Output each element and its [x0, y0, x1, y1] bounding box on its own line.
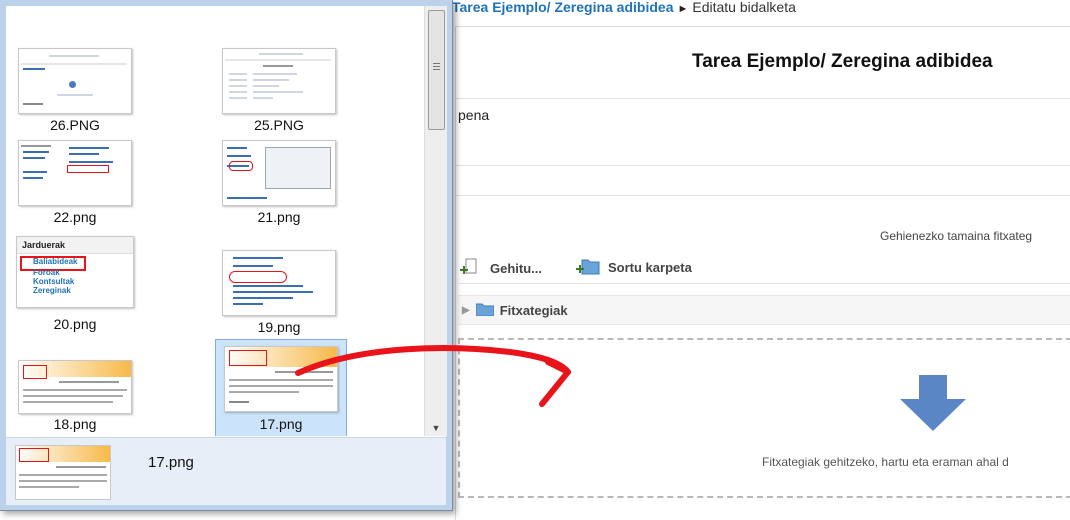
- divider: [456, 98, 1070, 99]
- scrollbar-thumb[interactable]: [428, 10, 445, 130]
- thumb-item: Kontsultak: [33, 277, 75, 286]
- field-label: pena: [458, 107, 490, 123]
- file-item-25[interactable]: 25.PNG: [213, 44, 345, 141]
- thumbnail: [18, 140, 132, 206]
- add-file-icon: [460, 257, 482, 280]
- file-name: 17.png: [259, 416, 303, 432]
- divider: [456, 165, 1070, 166]
- add-file-button[interactable]: Gehitu...: [460, 257, 542, 280]
- thumb-item: Zereginak: [33, 286, 71, 295]
- filepicker-path-bar[interactable]: ▶ Fitxategiak: [458, 295, 1070, 325]
- file-name: 22.png: [53, 209, 97, 225]
- create-folder-label: Sortu karpeta: [608, 260, 692, 275]
- divider: [456, 195, 1070, 196]
- max-size-text: Gehienezko tamaina fitxateg: [880, 229, 1033, 243]
- file-name: 19.png: [257, 319, 301, 335]
- drop-arrow-icon: [900, 375, 966, 436]
- thumb-item: Foroak: [33, 268, 60, 277]
- vertical-scrollbar[interactable]: ▼: [424, 6, 447, 436]
- file-item-17[interactable]: 17.png: [215, 339, 347, 436]
- file-item-22[interactable]: 22.png: [9, 136, 141, 233]
- thumbnail: [18, 360, 132, 414]
- file-name: 21.png: [257, 209, 301, 225]
- file-drop-zone[interactable]: [458, 338, 1070, 498]
- file-name: 18.png: [53, 416, 97, 432]
- details-thumbnail: [15, 445, 111, 500]
- file-name: 20.png: [53, 316, 97, 332]
- file-name: 25.PNG: [254, 117, 304, 133]
- file-list: 26.PNG 25.PNG 22.png 21.png Jarduerak Ba…: [6, 6, 424, 436]
- folder-icon: [475, 302, 495, 319]
- thumbnail: [224, 346, 338, 412]
- thumbnail: Jarduerak Baliabideak Foroak Kontsultak …: [16, 236, 134, 308]
- breadcrumb-current: Editatu bidalketa: [692, 0, 796, 15]
- thumbnail: [222, 140, 336, 206]
- thumb-header: Jarduerak: [22, 240, 66, 250]
- drop-instructions: Fitxategiak gehitzeko, hartu eta eraman …: [762, 455, 1009, 469]
- breadcrumb-link-assignment[interactable]: Tarea Ejemplo/ Zeregina adibidea: [452, 0, 673, 15]
- thumbnail: [222, 250, 336, 316]
- filepicker-toolbar: Gehitu... Sortu karpeta: [458, 251, 1070, 284]
- file-item-21[interactable]: 21.png: [213, 136, 345, 233]
- scroll-down-arrow-icon[interactable]: ▼: [425, 421, 447, 435]
- thumbnail: [222, 48, 336, 114]
- file-item-18[interactable]: 18.png: [9, 343, 141, 436]
- details-pane: 17.png: [6, 437, 446, 505]
- add-file-label: Gehitu...: [490, 261, 542, 276]
- path-folder-label[interactable]: Fitxategiak: [500, 303, 568, 318]
- breadcrumb: Tarea Ejemplo/ Zeregina adibidea ► Editatu…: [452, 0, 796, 18]
- create-folder-button[interactable]: Sortu karpeta: [576, 257, 692, 278]
- details-file-name: 17.png: [148, 454, 194, 471]
- thumbnail: [18, 48, 132, 114]
- file-item-20[interactable]: Jarduerak Baliabideak Foroak Kontsultak …: [9, 235, 141, 332]
- thumb-item: Baliabideak: [33, 257, 78, 266]
- file-explorer-window: 26.PNG 25.PNG 22.png 21.png Jarduerak Ba…: [0, 0, 453, 511]
- chevron-right-icon: ▶: [462, 304, 470, 316]
- file-name: 26.PNG: [50, 117, 100, 133]
- create-folder-icon: [576, 257, 600, 278]
- file-item-19[interactable]: 19.png: [213, 246, 345, 343]
- page-title: Tarea Ejemplo/ Zeregina adibidea: [692, 51, 993, 72]
- breadcrumb-separator: ►: [677, 3, 689, 15]
- file-item-26[interactable]: 26.PNG: [9, 44, 141, 141]
